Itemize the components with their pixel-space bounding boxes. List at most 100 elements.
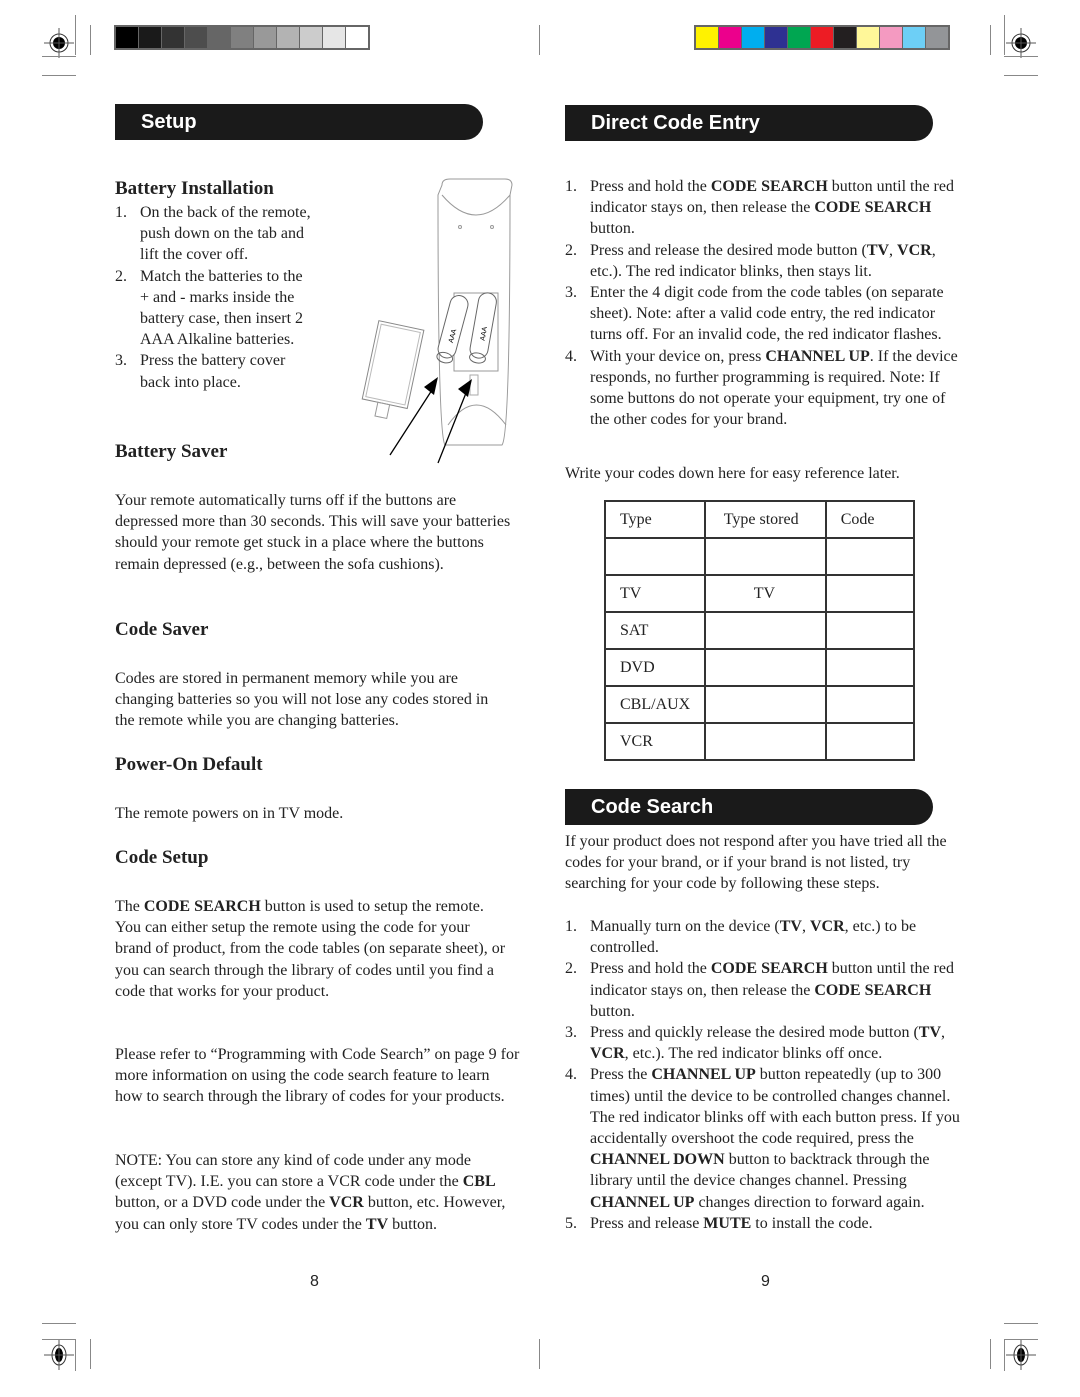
keyword: CHANNEL DOWN (590, 1151, 725, 1169)
code-setup-note: NOTE: You can store any kind of code und… (115, 1150, 520, 1235)
color-swatch (834, 27, 856, 48)
text: Press and release the desired mode butto… (590, 241, 867, 259)
color-swatch (231, 27, 253, 48)
text: button. (590, 220, 635, 238)
table-row: CBL/AUX (604, 685, 916, 724)
code-cell[interactable] (824, 722, 916, 761)
step: 2. Match the batteries to the + and - mark… (115, 266, 345, 351)
code-cell[interactable] (824, 574, 916, 613)
trim-mark (1004, 15, 1005, 55)
trim-mark (42, 1339, 76, 1340)
color-swatch (788, 27, 810, 48)
setup-section-header: Setup (115, 104, 483, 140)
step: 1. On the back of the remote, push down on… (115, 202, 345, 266)
text: to install the code. (751, 1214, 873, 1232)
step-line: Press the battery cover (140, 352, 286, 370)
trim-mark (990, 1339, 991, 1369)
step-number: 1. (565, 918, 577, 935)
grayscale-color-bar (114, 25, 370, 50)
code-cell[interactable] (824, 611, 916, 650)
battery-cover-icon (361, 320, 425, 420)
text: button. (590, 1002, 635, 1020)
column-header: Type (604, 500, 706, 539)
registration-mark-icon (1006, 1340, 1036, 1370)
step-number: 1. (565, 178, 577, 195)
color-swatch (742, 27, 764, 48)
text: Press and release (590, 1214, 704, 1232)
type-stored-cell[interactable] (703, 685, 827, 724)
text: The (115, 898, 144, 915)
power-on-default-heading: Power-On Default (115, 754, 263, 775)
keyword: CODE SEARCH (710, 178, 828, 195)
type-cell: TV (604, 574, 706, 613)
keyword: TV (779, 918, 802, 935)
trim-mark (1004, 1339, 1005, 1371)
trim-mark (539, 25, 540, 55)
type-stored-cell[interactable]: TV (703, 574, 827, 613)
tv-keyword: TV (365, 1215, 389, 1233)
table-header-row: Type Type stored Code (604, 500, 916, 539)
keyword: CHANNEL UP (651, 1066, 756, 1084)
keyword: CODE SEARCH (710, 960, 828, 978)
color-swatch (346, 27, 368, 48)
step: 2. Press and release the desired mode but… (565, 240, 965, 282)
type-stored-cell[interactable] (703, 722, 827, 761)
process-color-bar (694, 25, 950, 50)
step: 2. Press and hold the CODE SEARCH button … (565, 958, 965, 1022)
trim-mark (42, 75, 76, 76)
trim-mark (990, 25, 991, 55)
battery-saver-heading: Battery Saver (115, 441, 228, 462)
type-stored-cell[interactable] (703, 648, 827, 687)
code-setup-paragraph-2: Please refer to “Programming with Code S… (115, 1046, 520, 1106)
type-cell: SAT (604, 611, 706, 650)
text: , etc.). The red indicator blinks off on… (624, 1045, 883, 1063)
keyword: VCR (897, 241, 932, 259)
table-row: DVD (604, 648, 916, 687)
type-cell: CBL/AUX (604, 685, 706, 724)
trim-mark (1004, 56, 1038, 57)
code-cell[interactable] (824, 648, 916, 687)
battery-right-icon: AAA (469, 292, 497, 364)
step-number: 3. (565, 284, 577, 302)
text: Press the (590, 1066, 652, 1084)
registration-mark-icon (44, 1340, 74, 1370)
color-swatch (139, 27, 161, 48)
color-swatch (857, 27, 879, 48)
step-number: 5. (565, 1214, 577, 1232)
text: Press and quickly release the desired mo… (590, 1024, 919, 1042)
step-number: 3. (115, 352, 127, 370)
code-cell[interactable] (824, 537, 916, 576)
battery-left-icon: AAA (436, 295, 469, 364)
step-line: + and - marks inside the (140, 288, 295, 306)
keyword: TV (866, 241, 890, 259)
direct-code-entry-section-header: Direct Code Entry (565, 105, 933, 141)
code-reference-table: Type Type stored Code TV TV SAT DVD CBL/AUX VCR (604, 500, 916, 761)
step-number: 2. (115, 267, 127, 285)
color-swatch (903, 27, 925, 48)
text: Manually turn on the device ( (590, 918, 780, 935)
type-stored-cell[interactable] (703, 537, 827, 576)
color-swatch (300, 27, 322, 48)
trim-mark (75, 15, 76, 55)
keyword: CODE SEARCH (814, 199, 932, 217)
type-stored-cell[interactable] (703, 611, 827, 650)
text: NOTE: You can store any kind of code und… (115, 1152, 471, 1191)
page-number-left: 8 (310, 1273, 319, 1290)
type-cell: VCR (604, 722, 706, 761)
code-setup-heading: Code Setup (115, 847, 209, 868)
code-search-intro: If your product does not respond after y… (565, 833, 947, 893)
step: 3. Press the battery cover back into place… (115, 350, 345, 392)
remote-battery-illustration: AAA AAA (361, 178, 513, 464)
color-swatch (323, 27, 345, 48)
text: , (801, 918, 810, 935)
text: Press and hold the (590, 960, 711, 978)
code-cell[interactable] (824, 685, 916, 724)
step-line: AAA Alkaline batteries. (140, 331, 295, 349)
table-row: TV TV (604, 574, 916, 613)
type-cell (604, 537, 706, 576)
keyword: TV (918, 1024, 942, 1042)
code-search-section-header: Code Search (565, 789, 933, 825)
column-header: Type stored (703, 500, 827, 539)
table-row (604, 537, 916, 576)
step: 1. Press and hold the CODE SEARCH button … (565, 176, 965, 240)
